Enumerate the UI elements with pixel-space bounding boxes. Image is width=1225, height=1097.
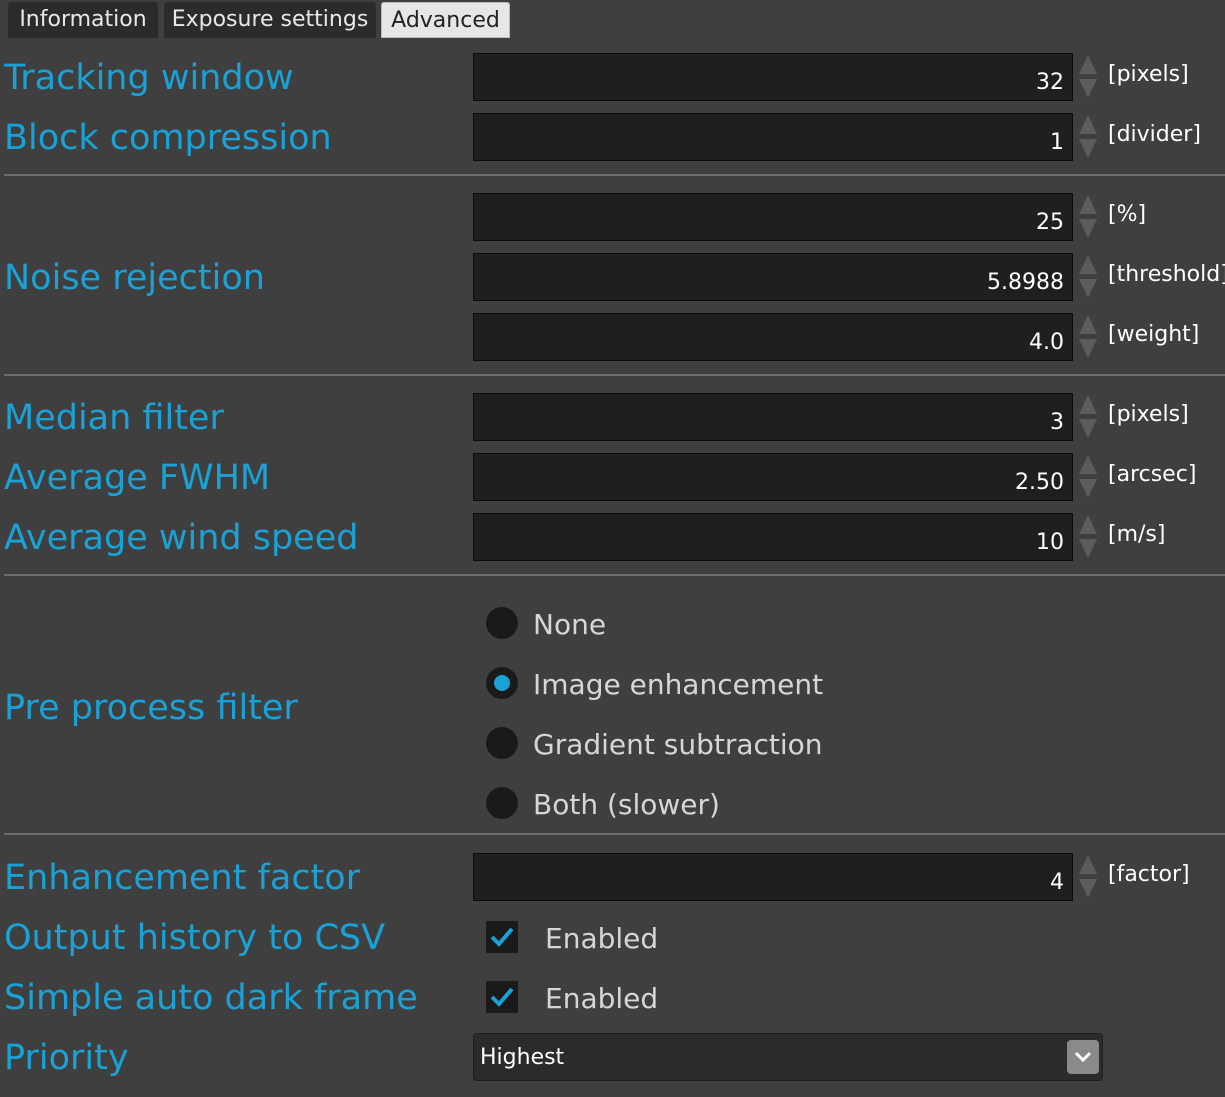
priority-select[interactable]: Highest (473, 1033, 1103, 1081)
spin-up-icon[interactable] (1079, 315, 1097, 334)
radio-image-enhancement-label[interactable]: Image enhancement (533, 667, 823, 703)
noise-rejection-weight-unit: [weight] (1108, 322, 1200, 347)
block-compression-spinner[interactable] (1078, 113, 1098, 161)
output-history-csv-checkbox[interactable] (486, 921, 518, 953)
median-filter-unit: [pixels] (1108, 402, 1189, 427)
tab-information[interactable]: Information (8, 2, 158, 38)
noise-rejection-threshold-spinner[interactable] (1078, 253, 1098, 301)
radio-gradient-subtraction-label[interactable]: Gradient subtraction (533, 727, 823, 763)
average-wind-speed-unit: [m/s] (1108, 522, 1166, 547)
section-divider (4, 574, 1225, 576)
spin-down-icon[interactable] (1079, 139, 1097, 158)
block-compression-label: Block compression (4, 118, 332, 158)
section-divider (4, 833, 1225, 835)
noise-rejection-threshold-unit: [threshold] (1108, 262, 1225, 287)
spin-down-icon[interactable] (1079, 539, 1097, 558)
radio-image-enhancement[interactable] (486, 667, 518, 699)
simple-auto-dark-frame-text[interactable]: Enabled (545, 981, 658, 1017)
radio-both-label[interactable]: Both (slower) (533, 787, 720, 823)
average-fwhm-unit: [arcsec] (1108, 462, 1197, 487)
noise-rejection-percent-unit: [%] (1108, 202, 1147, 227)
spin-up-icon[interactable] (1079, 515, 1097, 534)
chevron-down-icon[interactable] (1067, 1040, 1099, 1074)
simple-auto-dark-frame-label: Simple auto dark frame (4, 978, 418, 1018)
radio-selected-dot (494, 675, 510, 691)
spin-up-icon[interactable] (1079, 255, 1097, 274)
output-history-csv-label: Output history to CSV (4, 918, 386, 958)
median-filter-input[interactable]: 3 (473, 393, 1073, 441)
tab-advanced[interactable]: Advanced (381, 2, 510, 38)
radio-none[interactable] (486, 607, 518, 639)
pre-process-filter-label: Pre process filter (4, 688, 298, 728)
noise-rejection-weight-input[interactable]: 4.0 (473, 313, 1073, 361)
average-wind-speed-label: Average wind speed (4, 518, 359, 558)
average-wind-speed-spinner[interactable] (1078, 513, 1098, 561)
spin-up-icon[interactable] (1079, 855, 1097, 874)
spin-down-icon[interactable] (1079, 879, 1097, 898)
radio-both[interactable] (486, 787, 518, 819)
checkmark-icon (490, 987, 514, 1007)
spin-up-icon[interactable] (1079, 195, 1097, 214)
radio-gradient-subtraction[interactable] (486, 727, 518, 759)
output-history-csv-text[interactable]: Enabled (545, 921, 658, 957)
noise-rejection-threshold-input[interactable]: 5.8988 (473, 253, 1073, 301)
tracking-window-spinner[interactable] (1078, 53, 1098, 101)
spin-down-icon[interactable] (1079, 279, 1097, 298)
spin-up-icon[interactable] (1079, 395, 1097, 414)
block-compression-input[interactable]: 1 (473, 113, 1073, 161)
simple-auto-dark-frame-checkbox[interactable] (486, 981, 518, 1013)
priority-label: Priority (4, 1038, 129, 1078)
spin-down-icon[interactable] (1079, 419, 1097, 438)
average-fwhm-spinner[interactable] (1078, 453, 1098, 501)
noise-rejection-percent-spinner[interactable] (1078, 193, 1098, 241)
spin-down-icon[interactable] (1079, 79, 1097, 98)
spin-down-icon[interactable] (1079, 219, 1097, 238)
tracking-window-label: Tracking window (4, 58, 294, 98)
median-filter-label: Median filter (4, 398, 224, 438)
average-fwhm-label: Average FWHM (4, 458, 271, 498)
tracking-window-unit: [pixels] (1108, 62, 1189, 87)
noise-rejection-label: Noise rejection (4, 258, 265, 298)
section-divider (4, 374, 1225, 376)
spin-up-icon[interactable] (1079, 55, 1097, 74)
spin-down-icon[interactable] (1079, 339, 1097, 358)
enhancement-factor-unit: [factor] (1108, 862, 1190, 887)
spin-down-icon[interactable] (1079, 479, 1097, 498)
median-filter-spinner[interactable] (1078, 393, 1098, 441)
radio-none-label[interactable]: None (533, 607, 606, 643)
section-divider (4, 174, 1225, 176)
average-fwhm-input[interactable]: 2.50 (473, 453, 1073, 501)
block-compression-unit: [divider] (1108, 122, 1201, 147)
enhancement-factor-input[interactable]: 4 (473, 853, 1073, 901)
enhancement-factor-spinner[interactable] (1078, 853, 1098, 901)
noise-rejection-weight-spinner[interactable] (1078, 313, 1098, 361)
checkmark-icon (490, 927, 514, 947)
spin-up-icon[interactable] (1079, 115, 1097, 134)
tab-exposure-settings[interactable]: Exposure settings (164, 2, 376, 38)
spin-up-icon[interactable] (1079, 455, 1097, 474)
priority-value: Highest (480, 1045, 565, 1070)
average-wind-speed-input[interactable]: 10 (473, 513, 1073, 561)
tracking-window-input[interactable]: 32 (473, 53, 1073, 101)
noise-rejection-percent-input[interactable]: 25 (473, 193, 1073, 241)
enhancement-factor-label: Enhancement factor (4, 858, 361, 898)
